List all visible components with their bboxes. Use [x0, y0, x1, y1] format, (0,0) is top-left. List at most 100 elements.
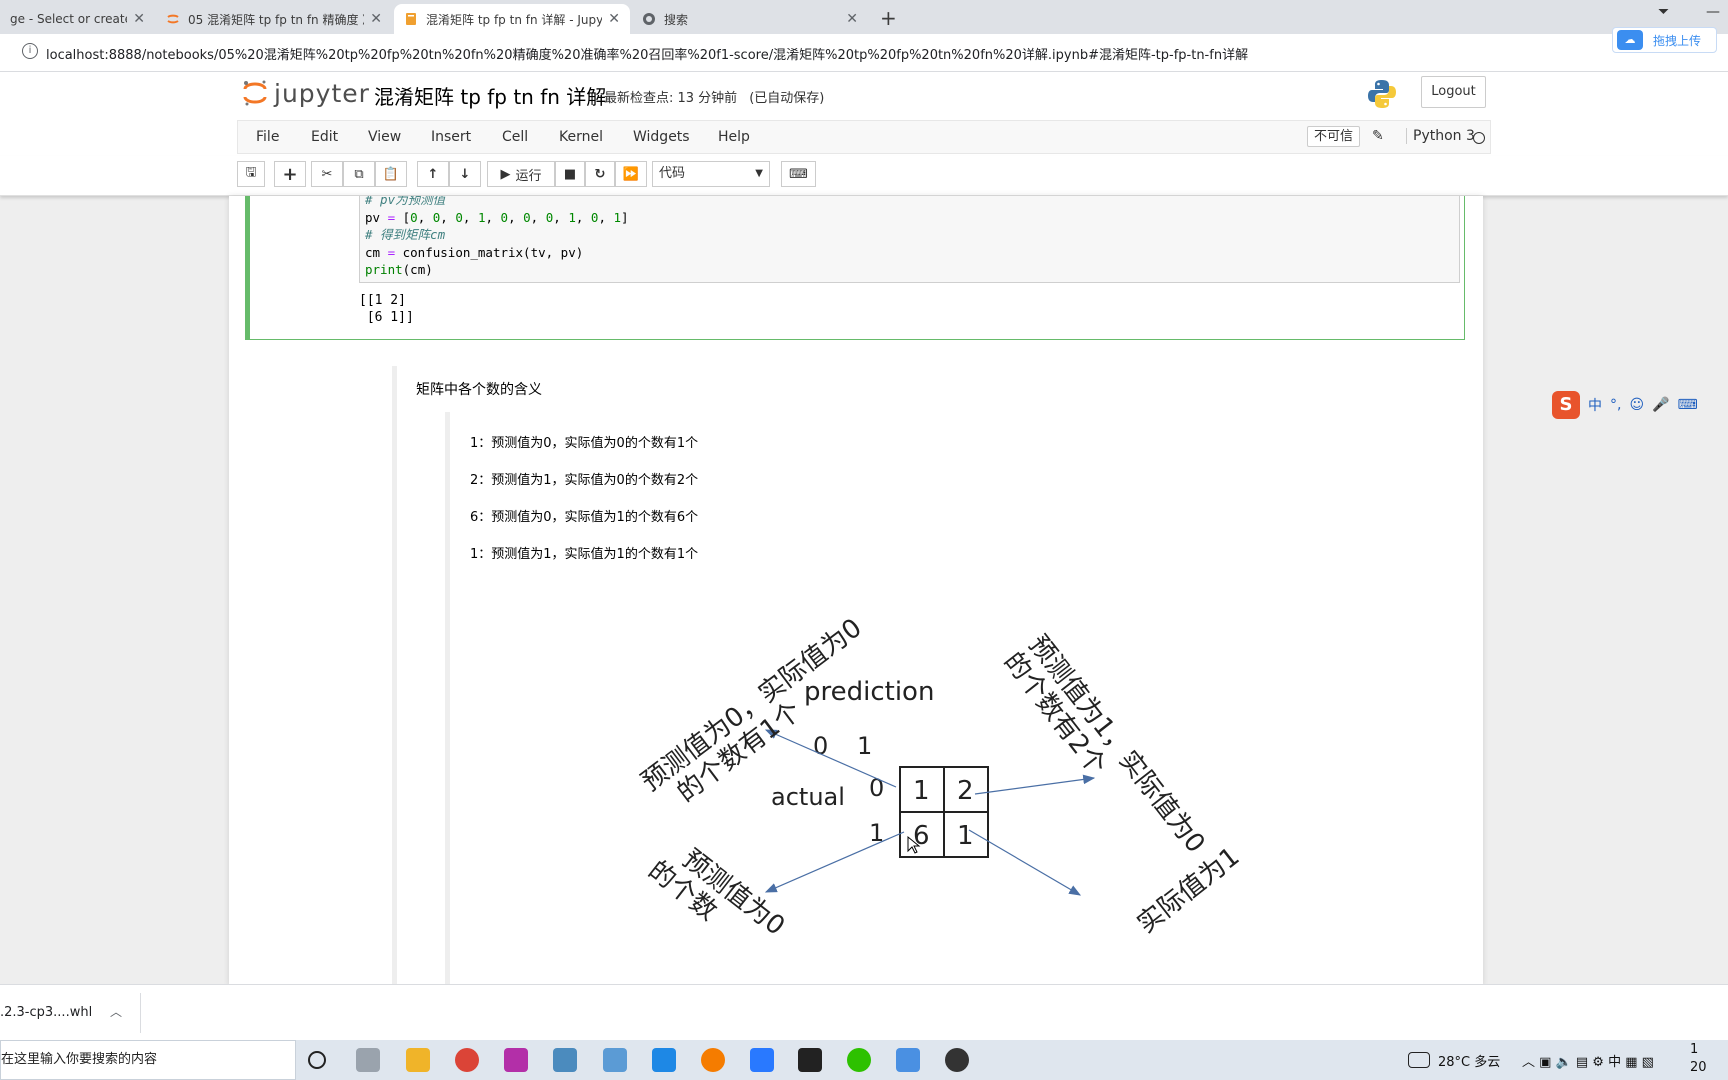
blockquote: 1：预测值为0，实际值为0的个数有1个 2：预测值为1，实际值为0的个数有2个 …	[445, 412, 1445, 984]
keyboard-icon: ⌨	[789, 166, 808, 182]
save-button[interactable]: 🖫	[237, 161, 265, 187]
move-up-button[interactable]: ↑	[417, 161, 449, 187]
edit-pencil-icon[interactable]: ✎	[1372, 128, 1384, 144]
new-tab-button[interactable]: +	[880, 6, 897, 30]
restart-button[interactable]: ↻	[585, 161, 615, 187]
menu-help[interactable]: Help	[718, 129, 750, 145]
interrupt-button[interactable]: ■	[555, 161, 585, 187]
menu-kernel[interactable]: Kernel	[559, 129, 603, 145]
code-line: print(cm)	[365, 262, 433, 277]
clock-date[interactable]: 20	[1690, 1060, 1707, 1075]
notebook-title[interactable]: 混淆矩阵 tp fp tn fn 详解	[374, 81, 606, 110]
note-top-right: 预测值为1，实际值为0 的个数有2个	[998, 630, 1211, 859]
stop-icon: ■	[563, 166, 577, 182]
download-filename[interactable]: .2.3-cp3....whl	[0, 1005, 92, 1020]
site-info-icon[interactable]: i	[22, 43, 38, 59]
row-header: 1	[869, 819, 884, 847]
sogou-logo-icon[interactable]: S	[1552, 391, 1580, 419]
code-input-area[interactable]: # pv为预测值 pv = [0, 0, 0, 1, 0, 0, 0, 1, 0…	[359, 196, 1460, 283]
obs-icon[interactable]	[945, 1048, 969, 1072]
ime-mode[interactable]: 中	[1588, 395, 1602, 415]
code-line: # pv为预测值	[365, 196, 446, 207]
cut-button[interactable]: ✂	[311, 161, 343, 187]
keyboard-icon[interactable]: ⌨	[1678, 397, 1698, 413]
weather-text[interactable]: 28°C 多云	[1438, 1051, 1500, 1070]
browser-tab[interactable]: ge - Select or create a ✕	[0, 4, 155, 34]
browser-tab[interactable]: 搜索 ✕	[632, 4, 868, 34]
markdown-heading: 矩阵中各个数的含义	[416, 382, 542, 398]
command-palette-button[interactable]: ⌨	[781, 161, 816, 187]
tab-title: 05 混淆矩阵 tp fp tn fn 精确度 准	[188, 12, 365, 27]
close-tab-icon[interactable]: ✕	[608, 11, 620, 27]
col-header: 1	[857, 732, 872, 760]
tab-title: 搜索	[664, 12, 689, 27]
note-bottom-left: 预测值为0 的个数	[642, 844, 790, 942]
app-icon[interactable]	[504, 1048, 528, 1072]
weather-icon[interactable]	[1408, 1052, 1430, 1068]
confusion-matrix-diagram: prediction actual 0 1 0 1 1 2 6 1 预测值为0，…	[636, 613, 1245, 942]
url-field[interactable]: localhost:8888/notebooks/05%20混淆矩阵%20tp%…	[46, 44, 1248, 63]
note-top-left: 预测值为0，实际值为0 的个数有1个	[636, 613, 867, 808]
tab-title: ge - Select or create a	[10, 12, 127, 26]
move-down-button[interactable]: ↓	[449, 161, 481, 187]
arrow-down-icon: ↓	[459, 166, 471, 182]
menu-view[interactable]: View	[368, 129, 401, 145]
menu-widgets[interactable]: Widgets	[633, 129, 690, 145]
python-icon[interactable]	[553, 1048, 577, 1072]
tray-icons[interactable]: ︿ ▣ 🔈 ▤ ⚙ 中 ▦ ▧	[1522, 1051, 1654, 1070]
logout-button[interactable]: Logout	[1421, 76, 1486, 108]
browser-tab[interactable]: 05 混淆矩阵 tp fp tn fn 精确度 准 ✕	[156, 4, 392, 34]
checkpoint-text: 最新检查点: 13 分钟前	[604, 91, 738, 106]
notebook-toolbar: 🖫 + ✂ ⧉ 📋 ↑ ↓ ▶ 运行 ■ ↻ ⏩ 代码 ▼ ⌨	[0, 156, 1728, 196]
task-view-icon[interactable]	[356, 1048, 380, 1072]
close-tab-icon[interactable]: ✕	[133, 11, 145, 27]
browser-tab-strip: ge - Select or create a ✕ 05 混淆矩阵 tp fp …	[0, 0, 1728, 34]
jupyter-logo-text: jupyter	[274, 78, 370, 108]
insert-cell-button[interactable]: +	[274, 161, 306, 187]
app-icon[interactable]	[652, 1048, 676, 1072]
code-line: # 得到矩阵cm	[365, 227, 446, 242]
baidu-upload-button[interactable]: ☁ 拖拽上传	[1612, 27, 1717, 53]
code-cell[interactable]: # pv为预测值 pv = [0, 0, 0, 1, 0, 0, 0, 1, 0…	[245, 196, 1465, 340]
play-icon: ▶	[500, 166, 511, 182]
plus-icon: +	[282, 163, 298, 185]
baidu-netdisk-icon[interactable]	[896, 1048, 920, 1072]
restart-run-all-button[interactable]: ⏩	[615, 161, 647, 187]
browser-tab-active[interactable]: 混淆矩阵 tp fp tn fn 详解 - Jupy ✕	[394, 4, 630, 34]
menu-edit[interactable]: Edit	[311, 129, 338, 145]
microphone-icon[interactable]: 🎤	[1652, 397, 1669, 413]
paste-button[interactable]: 📋	[375, 161, 407, 187]
run-button[interactable]: ▶ 运行	[487, 161, 555, 187]
notebook-container: # pv为预测值 pv = [0, 0, 0, 1, 0, 0, 0, 1, 0…	[229, 196, 1483, 984]
app-icon[interactable]	[603, 1048, 627, 1072]
chrome-icon[interactable]	[455, 1048, 479, 1072]
copy-button[interactable]: ⧉	[343, 161, 375, 187]
windows-taskbar: 在这里输入你要搜索的内容 28°C 多云 ︿ ▣ 🔈 ▤ ⚙ 中 ▦ ▧ 1 2…	[0, 1040, 1728, 1080]
clock-time[interactable]: 1	[1690, 1042, 1698, 1057]
taskbar-search-box[interactable]: 在这里输入你要搜索的内容	[0, 1040, 296, 1080]
search-tool-icon[interactable]	[701, 1048, 725, 1072]
baidu-upload-label: 拖拽上传	[1653, 33, 1702, 48]
close-tab-icon[interactable]: ✕	[370, 11, 382, 27]
terminal-icon[interactable]	[798, 1048, 822, 1072]
file-explorer-icon[interactable]	[406, 1048, 430, 1072]
menu-cell[interactable]: Cell	[502, 129, 528, 145]
wechat-icon[interactable]	[847, 1048, 871, 1072]
menu-file[interactable]: File	[256, 129, 279, 145]
trust-indicator[interactable]: 不可信	[1307, 126, 1361, 147]
tab-search-icon[interactable]: ⏷	[1658, 4, 1669, 20]
emoji-icon[interactable]: ☺	[1629, 397, 1644, 413]
chevron-up-icon[interactable]: ︿	[110, 1003, 122, 1020]
jupyter-logo-icon	[243, 80, 267, 106]
app-icon[interactable]	[750, 1048, 774, 1072]
markdown-cell[interactable]: 矩阵中各个数的含义 1：预测值为0，实际值为0的个数有1个 2：预测值为1，实际…	[392, 366, 1473, 984]
punctuation-icon[interactable]: °,	[1610, 397, 1621, 413]
close-tab-icon[interactable]: ✕	[846, 11, 858, 27]
globe-icon	[643, 13, 655, 25]
note-line: 预测值为1，实际值为0	[1022, 630, 1210, 859]
cortana-icon[interactable]	[308, 1051, 326, 1069]
menu-insert[interactable]: Insert	[431, 129, 471, 145]
cell-type-select[interactable]: 代码 ▼	[652, 161, 770, 187]
minimize-icon[interactable]: —	[1706, 4, 1720, 20]
jupyter-logo[interactable]: jupyter	[242, 78, 370, 108]
